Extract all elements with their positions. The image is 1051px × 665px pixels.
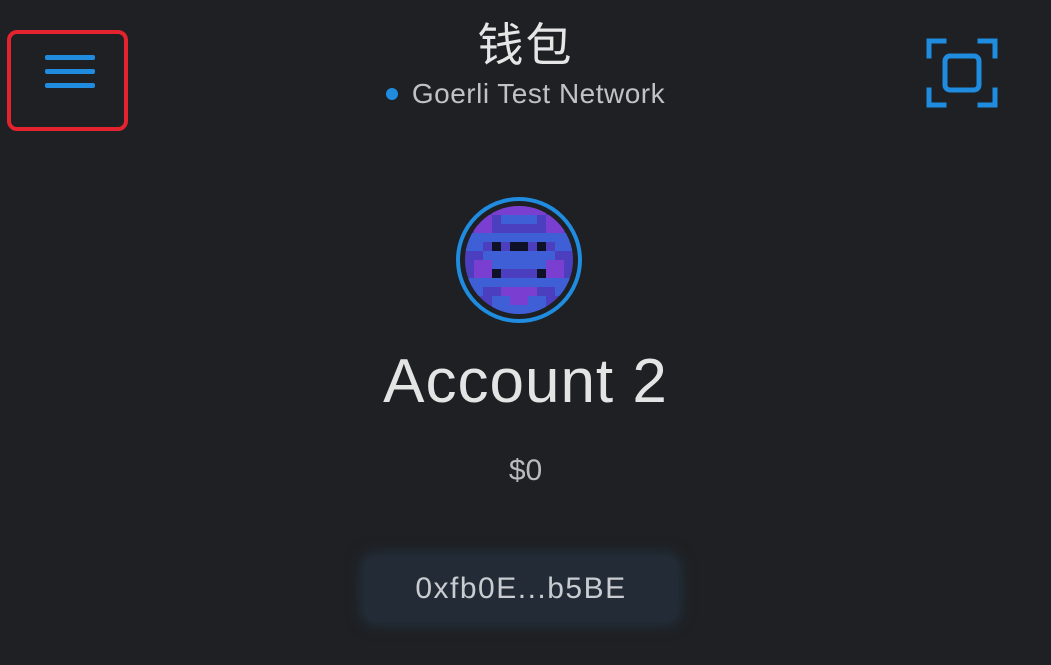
- network-indicator[interactable]: Goerli Test Network: [0, 78, 1051, 110]
- account-balance: $0: [508, 454, 543, 487]
- copy-address-button[interactable]: 0xfb0E...b5BE: [364, 556, 678, 622]
- account-avatar[interactable]: [456, 197, 582, 323]
- account-address: 0xfb0E...b5BE: [415, 572, 627, 605]
- wallet-screen: 钱包 Goerli Test Network Account 2 $0 0xfb…: [0, 0, 1051, 665]
- scan-button[interactable]: [926, 38, 998, 108]
- page-title: 钱包: [477, 18, 574, 72]
- network-label: Goerli Test Network: [411, 78, 666, 109]
- account-name[interactable]: Account 2: [0, 346, 1051, 417]
- network-status-dot: [385, 88, 398, 100]
- qr-scan-icon: [926, 38, 998, 108]
- identicon-image: [465, 206, 573, 314]
